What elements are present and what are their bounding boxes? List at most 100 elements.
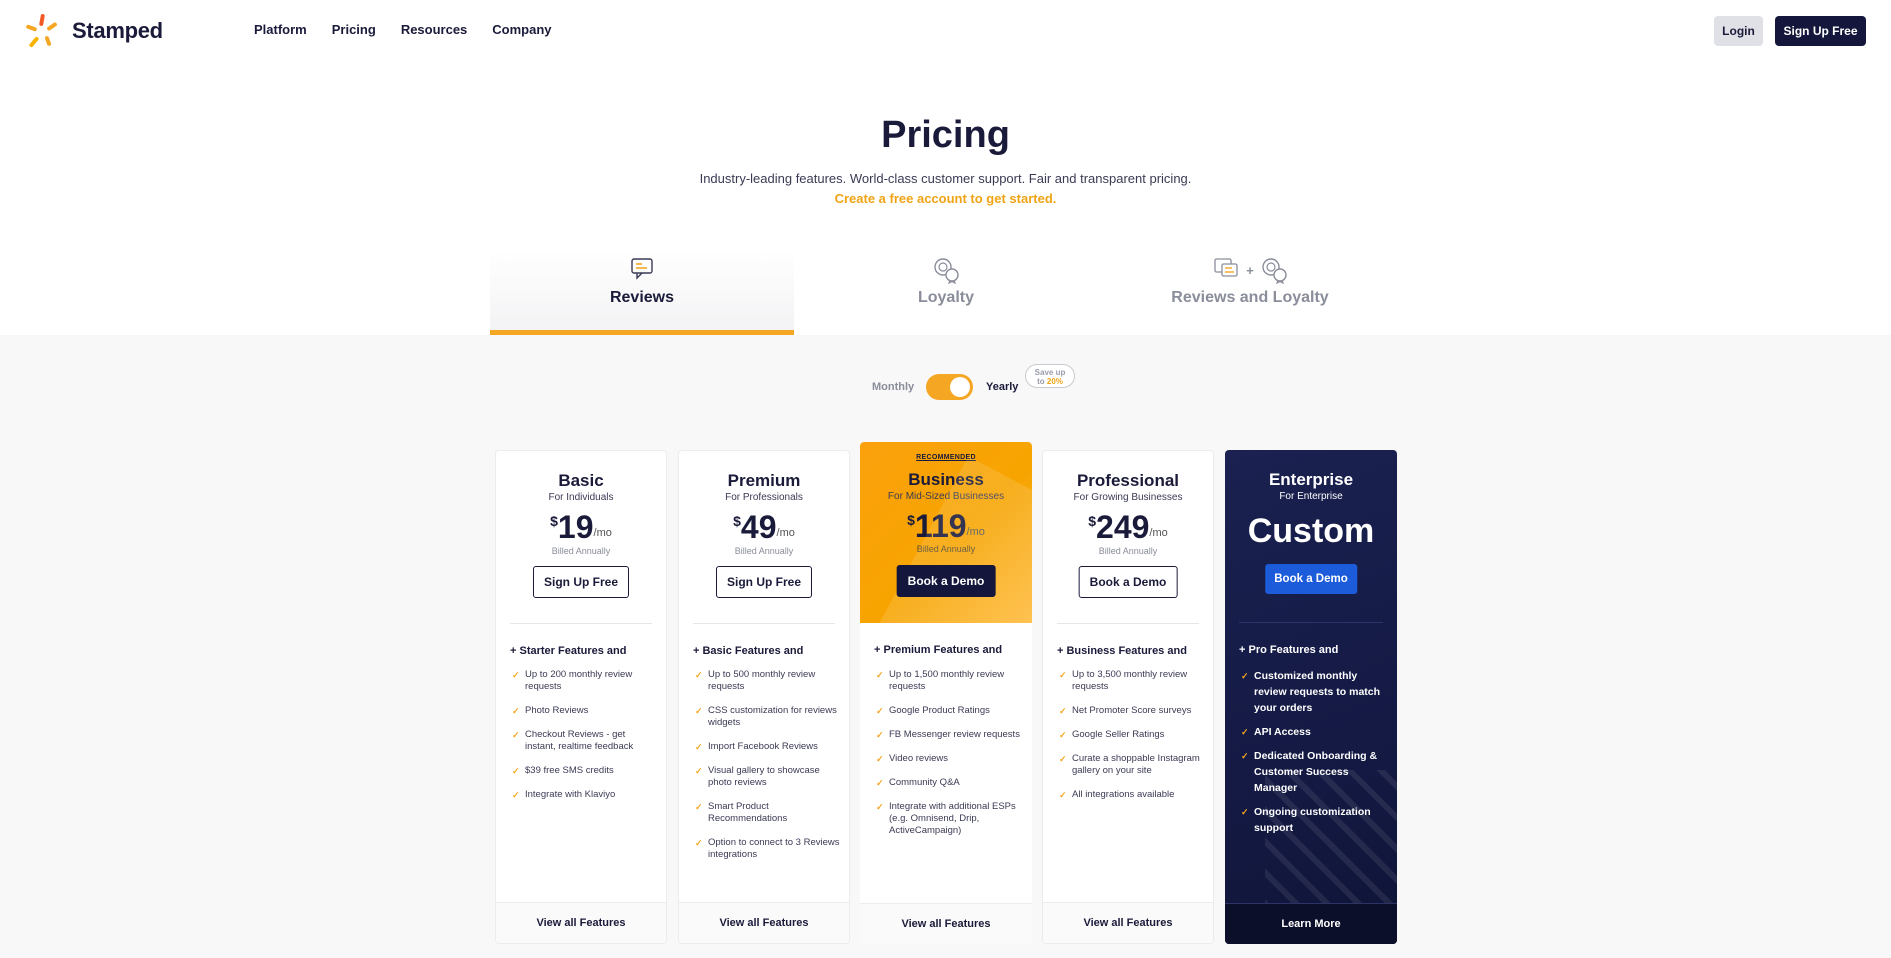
tab-loyalty-label: Loyalty	[917, 289, 974, 306]
check-icon: ✓	[695, 670, 703, 680]
currency-symbol: $	[733, 513, 741, 529]
plan-name: Professional	[1076, 471, 1180, 490]
check-icon: ✓	[512, 706, 520, 716]
card-divider	[693, 623, 835, 624]
feature-item: ✓ Option to connect to 3 Reviews integrat…	[695, 837, 840, 860]
billed-note: Billed Annually	[916, 544, 976, 554]
check-icon: ✓	[1241, 807, 1249, 817]
feature-item: ✓ Video reviews	[876, 753, 948, 764]
yearly-label[interactable]: Yearly	[986, 381, 1018, 393]
check-icon: ✓	[1059, 730, 1067, 740]
check-icon: ✓	[876, 778, 884, 788]
feature-item: ✓ Up to 1,500 monthly review requests	[876, 669, 1005, 692]
top-nav: Stamped Platform Pricing Resources Compa…	[0, 0, 1891, 62]
nav-platform[interactable]: Platform	[254, 22, 307, 37]
feature-item: ✓ Integrate with additional ESPs (e.g. Om…	[876, 801, 1016, 836]
tab-reviews[interactable]: Reviews	[490, 250, 794, 335]
plan-card-basic: Basic For Individuals $ 19 /mo Billed An…	[495, 450, 667, 944]
feature-item: ✓ Curate a shoppable Instagram gallery on…	[1059, 753, 1200, 776]
features-heading: + Premium Features and	[874, 644, 1003, 656]
product-tabs: Reviews Loyalty + Reviews and Loyalty	[490, 250, 1402, 335]
feature-list: ✓ Up to 200 monthly review requests ✓ Phot…	[510, 669, 658, 813]
book-demo-button[interactable]: Book a Demo	[1078, 566, 1178, 598]
check-icon: ✓	[512, 766, 520, 776]
check-icon: ✓	[876, 706, 884, 716]
check-icon: ✓	[695, 802, 703, 812]
feature-item: ✓ All integrations available	[1059, 789, 1175, 800]
billing-toggle[interactable]	[926, 374, 973, 400]
price-period: /mo	[966, 526, 985, 538]
check-icon: ✓	[1059, 706, 1067, 716]
toggle-knob	[950, 377, 970, 397]
feature-item: ✓ Checkout Reviews - get instant, realtim…	[512, 729, 634, 752]
plan-name: Enterprise	[1268, 470, 1354, 489]
view-all-features-link[interactable]: View all Features	[679, 902, 849, 943]
page-title: Pricing	[881, 114, 1010, 156]
check-icon: ✓	[876, 754, 884, 764]
check-icon: ✓	[876, 730, 884, 740]
feature-item: ✓ Visual gallery to showcase photo review…	[695, 765, 820, 788]
feature-item: ✓ CSS customization for reviews widgets	[695, 705, 837, 728]
loyalty-badge-icon	[934, 258, 959, 284]
brand-name: Stamped	[72, 18, 163, 43]
feature-item: ✓ $39 free SMS credits	[512, 765, 614, 776]
check-icon: ✓	[695, 766, 703, 776]
chat-review-icon	[631, 258, 653, 280]
check-icon: ✓	[695, 838, 703, 848]
price-amount: 119	[914, 508, 967, 544]
save-badge-percent: 20%	[1046, 377, 1063, 386]
nav-company[interactable]: Company	[492, 22, 551, 37]
feature-item: ✓ Dedicated Onboarding & Customer Success…	[1241, 750, 1378, 794]
plan-card-business: RECOMMENDED Business For Mid-Sized Busin…	[860, 442, 1032, 944]
brand-logo[interactable]: Stamped	[24, 12, 163, 50]
price-period: /mo	[776, 527, 795, 539]
check-icon: ✓	[1059, 790, 1067, 800]
feature-item: ✓ Up to 3,500 monthly review requests	[1059, 669, 1188, 692]
tab-loyalty[interactable]: Loyalty	[794, 250, 1098, 335]
book-demo-button[interactable]: Book a Demo	[896, 565, 996, 597]
view-all-features-link[interactable]: View all Features	[1043, 902, 1213, 943]
view-all-features-link[interactable]: View all Features	[860, 903, 1032, 944]
login-button[interactable]: Login	[1714, 16, 1763, 46]
feature-item: ✓ Google Seller Ratings	[1059, 729, 1165, 740]
check-icon: ✓	[512, 790, 520, 800]
signup-button[interactable]: Sign Up Free	[1775, 16, 1866, 46]
tab-reviews-and-loyalty[interactable]: + Reviews and Loyalty	[1098, 250, 1402, 335]
plan-price: $ 119 /mo	[860, 508, 1032, 544]
price-period: /mo	[1149, 527, 1168, 539]
check-icon: ✓	[1059, 754, 1067, 764]
feature-list: ✓ Up to 3,500 monthly review requests ✓ Ne…	[1057, 669, 1205, 813]
feature-item: ✓ Ongoing customization support	[1241, 806, 1371, 834]
feature-list: ✓ Up to 500 monthly review requests ✓ CSS …	[693, 669, 841, 873]
check-icon: ✓	[695, 742, 703, 752]
plan-audience: For Growing Businesses	[1073, 492, 1183, 503]
feature-item: ✓ FB Messenger review requests	[876, 729, 1020, 740]
save-badge-to: to	[1037, 377, 1045, 386]
learn-more-link[interactable]: Learn More	[1225, 903, 1397, 944]
check-icon: ✓	[1241, 671, 1249, 681]
plan-audience: For Individuals	[548, 492, 614, 503]
plan-signup-button[interactable]: Sign Up Free	[532, 566, 630, 598]
save-badge: Save up to 20%	[1025, 364, 1075, 388]
currency-symbol: $	[907, 512, 915, 528]
plan-name: Premium	[727, 471, 801, 490]
plan-price: $ 49 /mo	[679, 509, 849, 545]
tab-reviews-label: Reviews	[609, 289, 675, 306]
view-all-features-link[interactable]: View all Features	[496, 902, 666, 943]
book-demo-button[interactable]: Book a Demo	[1265, 564, 1357, 594]
feature-item: ✓ API Access	[1241, 726, 1311, 738]
billed-note: Billed Annually	[551, 546, 611, 556]
plan-audience: For Mid-Sized Businesses	[887, 491, 1005, 502]
main-menu: Platform Pricing Resources Company	[254, 22, 577, 37]
plan-card-enterprise: Enterprise For Enterprise Custom Book a …	[1225, 450, 1397, 944]
custom-price: Custom	[1247, 512, 1375, 550]
monthly-label[interactable]: Monthly	[872, 381, 914, 393]
feature-item: ✓ Smart Product Recommendations	[695, 801, 788, 824]
currency-symbol: $	[1088, 513, 1097, 529]
nav-pricing[interactable]: Pricing	[332, 22, 376, 37]
create-account-link[interactable]: Create a free account to get started.	[0, 191, 1891, 206]
plan-signup-button[interactable]: Sign Up Free	[715, 566, 813, 598]
nav-resources[interactable]: Resources	[401, 22, 467, 37]
price-amount: 249	[1096, 509, 1150, 545]
tab-reviews-and-loyalty-label: Reviews and Loyalty	[1171, 289, 1329, 306]
